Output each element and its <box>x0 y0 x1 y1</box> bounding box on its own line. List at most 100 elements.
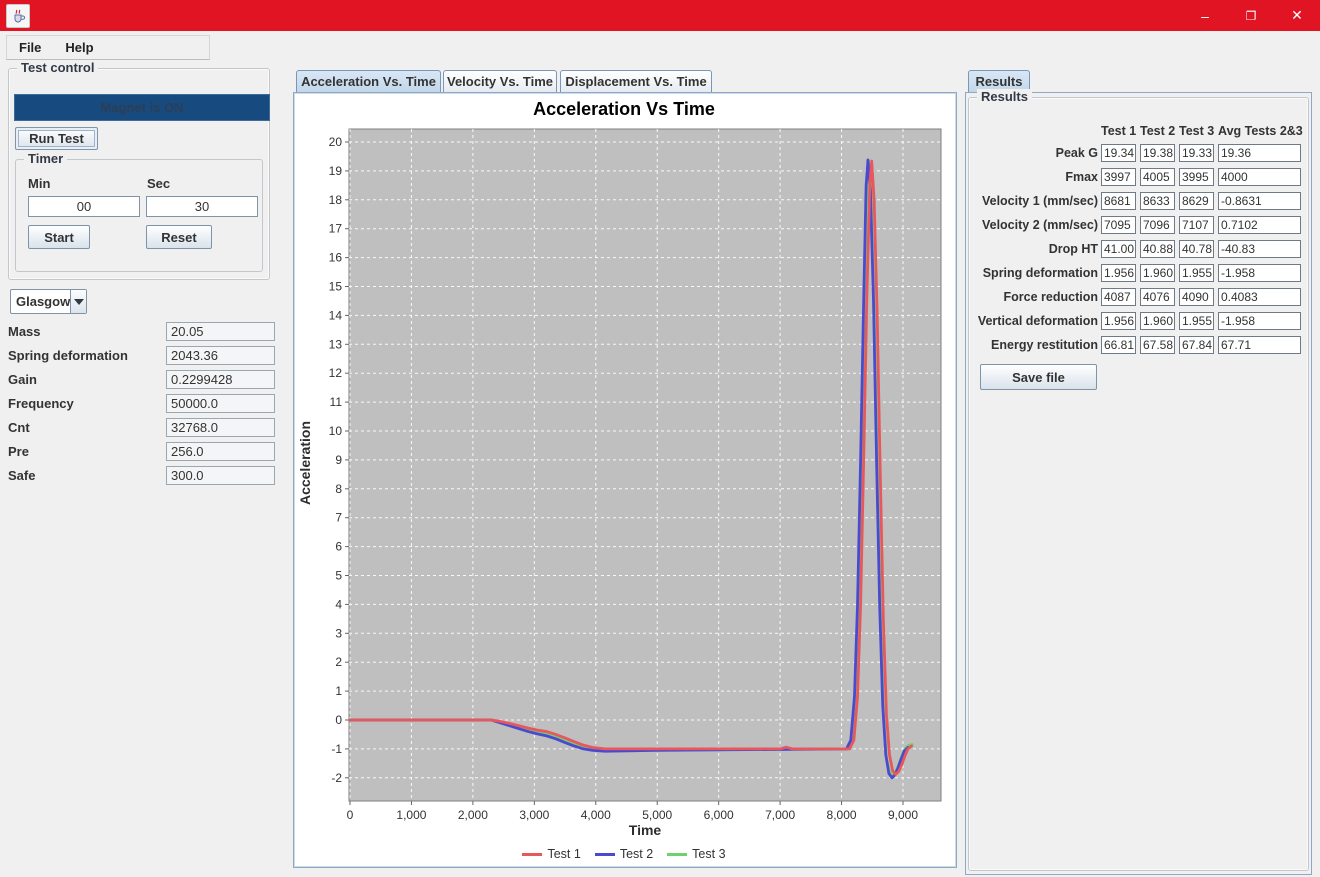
results-row-label: Velocity 1 (mm/sec) <box>982 194 1098 208</box>
run-test-button[interactable]: Run Test <box>15 127 98 150</box>
minutes-input[interactable]: 00 <box>28 196 140 217</box>
chart-panel: Acceleration Vs Time -2-1012345678910111… <box>293 92 957 868</box>
seconds-input[interactable]: 30 <box>146 196 258 217</box>
results-value-field[interactable]: 67.58 <box>1140 336 1175 354</box>
parameter-value-field[interactable]: 32768.0 <box>166 418 275 437</box>
results-row-label: Spring deformation <box>983 266 1098 280</box>
minimize-button[interactable]: – <box>1182 0 1228 31</box>
results-value-field[interactable]: 41.00 <box>1101 240 1136 258</box>
results-value-field[interactable]: 0.4083 <box>1218 288 1301 306</box>
legend-swatch <box>522 853 542 856</box>
parameter-row: Spring deformation 2043.36 <box>8 346 276 365</box>
parameter-value-field[interactable]: 300.0 <box>166 466 275 485</box>
results-value-field[interactable]: 7096 <box>1140 216 1175 234</box>
results-value-field[interactable]: -1.958 <box>1218 264 1301 282</box>
x-axis-label: Time <box>565 822 725 838</box>
parameter-value-field[interactable]: 20.05 <box>166 322 275 341</box>
legend-item: Test 3 <box>667 847 725 861</box>
results-value-field[interactable]: 1.955 <box>1179 312 1214 330</box>
tab-velocity[interactable]: Velocity Vs. Time <box>443 70 557 92</box>
svg-text:18: 18 <box>329 193 343 207</box>
parameter-value-field[interactable]: 50000.0 <box>166 394 275 413</box>
results-value-field[interactable]: 0.7102 <box>1218 216 1301 234</box>
site-select-value: Glasgow <box>11 290 70 313</box>
results-value-field[interactable]: 40.88 <box>1140 240 1175 258</box>
results-panel: Results Test 1Test 2Test 3Avg Tests 2&3 … <box>965 92 1312 875</box>
results-value-field[interactable]: 66.81 <box>1101 336 1136 354</box>
tab-displacement[interactable]: Displacement Vs. Time <box>560 70 712 92</box>
results-value-field[interactable]: 7107 <box>1179 216 1214 234</box>
results-value-field[interactable]: 1.960 <box>1140 312 1175 330</box>
site-select[interactable]: Glasgow <box>10 289 87 314</box>
results-value-field[interactable]: 1.960 <box>1140 264 1175 282</box>
tab-acceleration[interactable]: Acceleration Vs. Time <box>296 70 441 92</box>
start-button[interactable]: Start <box>28 225 90 249</box>
results-value-field[interactable]: 1.956 <box>1101 264 1136 282</box>
results-value-field[interactable]: 1.956 <box>1101 312 1136 330</box>
svg-text:8: 8 <box>335 482 342 496</box>
results-row: Peak G19.3419.3819.3319.36 <box>969 144 1308 163</box>
parameter-row: Mass20.05 <box>8 322 276 341</box>
parameter-label: Spring deformation <box>8 348 128 363</box>
reset-button[interactable]: Reset <box>146 225 212 249</box>
magnet-status-button[interactable]: Magnet is ON <box>14 94 270 121</box>
y-axis-label: Acceleration <box>297 388 313 538</box>
chart-legend: Test 1Test 2Test 3 <box>294 847 954 861</box>
results-value-field[interactable]: 1.955 <box>1179 264 1214 282</box>
results-value-field[interactable]: 4000 <box>1218 168 1301 186</box>
parameter-label: Frequency <box>8 396 74 411</box>
results-value-field[interactable]: 67.84 <box>1179 336 1214 354</box>
results-value-field[interactable]: 19.38 <box>1140 144 1175 162</box>
results-value-field[interactable]: 8681 <box>1101 192 1136 210</box>
acceleration-chart[interactable]: -2-10123456789101112131415161718192001,0… <box>294 93 954 843</box>
title-bar: – ❐ ✕ <box>0 0 1320 31</box>
parameter-value-field[interactable]: 0.2299428 <box>166 370 275 389</box>
close-button[interactable]: ✕ <box>1274 0 1320 31</box>
results-row: Drop HT41.0040.8840.78-40.83 <box>969 240 1308 259</box>
timer-panel: Timer Min Sec 00 30 Start Reset <box>15 159 263 272</box>
menu-file[interactable]: File <box>7 40 53 55</box>
results-value-field[interactable]: 3997 <box>1101 168 1136 186</box>
results-value-field[interactable]: 4087 <box>1101 288 1136 306</box>
svg-text:9: 9 <box>335 453 342 467</box>
results-value-field[interactable]: 4005 <box>1140 168 1175 186</box>
results-value-field[interactable]: 4076 <box>1140 288 1175 306</box>
menu-help[interactable]: Help <box>53 40 105 55</box>
results-value-field[interactable]: -40.83 <box>1218 240 1301 258</box>
maximize-button[interactable]: ❐ <box>1228 0 1274 31</box>
results-value-field[interactable]: 8633 <box>1140 192 1175 210</box>
svg-text:12: 12 <box>329 366 343 380</box>
svg-text:-1: -1 <box>331 742 342 756</box>
results-value-field[interactable]: 3995 <box>1179 168 1214 186</box>
svg-text:7: 7 <box>335 511 342 525</box>
svg-text:3: 3 <box>335 626 342 640</box>
results-row: Velocity 1 (mm/sec)868186338629-0.8631 <box>969 192 1308 211</box>
min-label: Min <box>28 176 50 191</box>
results-value-field[interactable]: 8629 <box>1179 192 1214 210</box>
results-value-field[interactable]: 40.78 <box>1179 240 1214 258</box>
chevron-down-icon[interactable] <box>70 290 86 313</box>
results-value-field[interactable]: 19.36 <box>1218 144 1301 162</box>
results-row-label: Peak G <box>1056 146 1098 160</box>
parameter-row: Pre256.0 <box>8 442 276 461</box>
results-value-field[interactable]: 19.33 <box>1179 144 1214 162</box>
results-value-field[interactable]: 4090 <box>1179 288 1214 306</box>
parameter-row: Gain0.2299428 <box>8 370 276 389</box>
results-header: Test 1Test 2Test 3Avg Tests 2&3 <box>969 124 1308 140</box>
parameter-value-field[interactable]: 2043.36 <box>166 346 275 365</box>
svg-text:17: 17 <box>329 222 343 236</box>
svg-text:1,000: 1,000 <box>396 808 426 822</box>
results-value-field[interactable]: -1.958 <box>1218 312 1301 330</box>
results-value-field[interactable]: 67.71 <box>1218 336 1301 354</box>
parameter-value-field[interactable]: 256.0 <box>166 442 275 461</box>
save-file-button[interactable]: Save file <box>980 364 1097 390</box>
svg-text:0: 0 <box>347 808 354 822</box>
svg-text:9,000: 9,000 <box>888 808 918 822</box>
results-value-field[interactable]: 7095 <box>1101 216 1136 234</box>
parameter-row: Cnt32768.0 <box>8 418 276 437</box>
results-column-header: Test 3 <box>1179 124 1214 138</box>
svg-text:1: 1 <box>335 684 342 698</box>
results-value-field[interactable]: -0.8631 <box>1218 192 1301 210</box>
results-value-field[interactable]: 19.34 <box>1101 144 1136 162</box>
sec-label: Sec <box>147 176 170 191</box>
